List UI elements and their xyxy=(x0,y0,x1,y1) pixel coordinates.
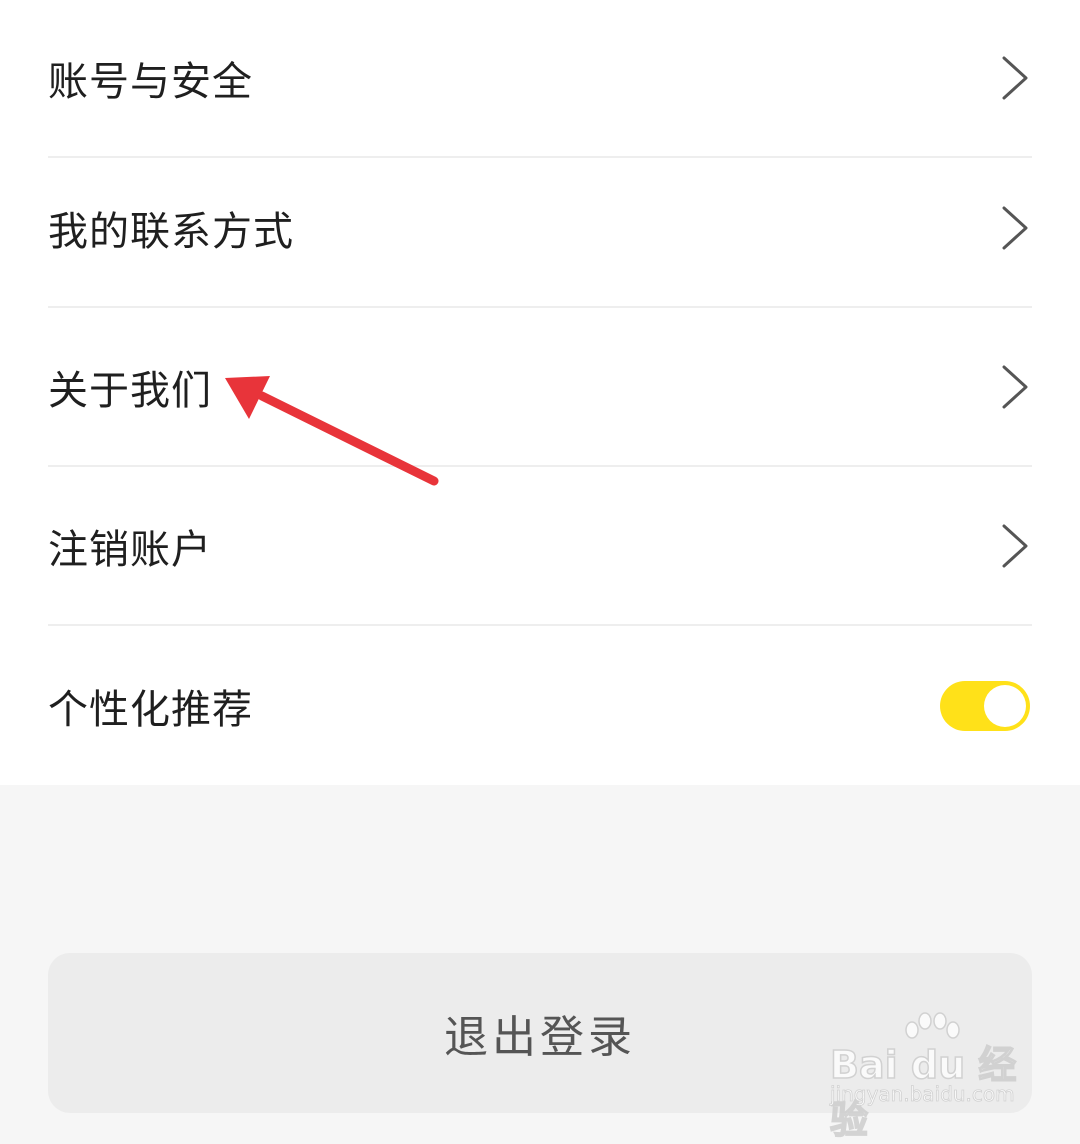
settings-item-label: 注销账户 xyxy=(48,527,212,573)
chevron-right-icon xyxy=(1002,524,1028,568)
toggle-knob xyxy=(984,685,1026,727)
baidu-jingyan-watermark: Bai du 经验 jingyan.baidu.com xyxy=(828,1012,1028,1143)
chevron-right-icon xyxy=(1002,206,1028,250)
settings-item-label: 账号与安全 xyxy=(48,59,253,105)
settings-item-label: 我的联系方式 xyxy=(48,209,294,255)
settings-item-deactivate-account[interactable]: 注销账户 xyxy=(48,468,1032,626)
settings-item-about-us[interactable]: 关于我们 xyxy=(48,309,1032,467)
chevron-right-icon xyxy=(1002,56,1028,100)
settings-item-contact-info[interactable]: 我的联系方式 xyxy=(48,150,1032,308)
settings-list: 账号与安全 我的联系方式 关于我们 注销账户 个性化推荐 xyxy=(0,0,1080,785)
settings-item-account-security[interactable]: 账号与安全 xyxy=(48,0,1032,158)
settings-item-personalized-recommendation: 个性化推荐 xyxy=(48,627,1032,785)
personalized-recommendation-toggle[interactable] xyxy=(940,681,1030,731)
watermark-url: jingyan.baidu.com xyxy=(830,1082,1015,1107)
chevron-right-icon xyxy=(1002,365,1028,409)
settings-item-label: 个性化推荐 xyxy=(48,687,253,733)
settings-item-label: 关于我们 xyxy=(48,368,212,414)
